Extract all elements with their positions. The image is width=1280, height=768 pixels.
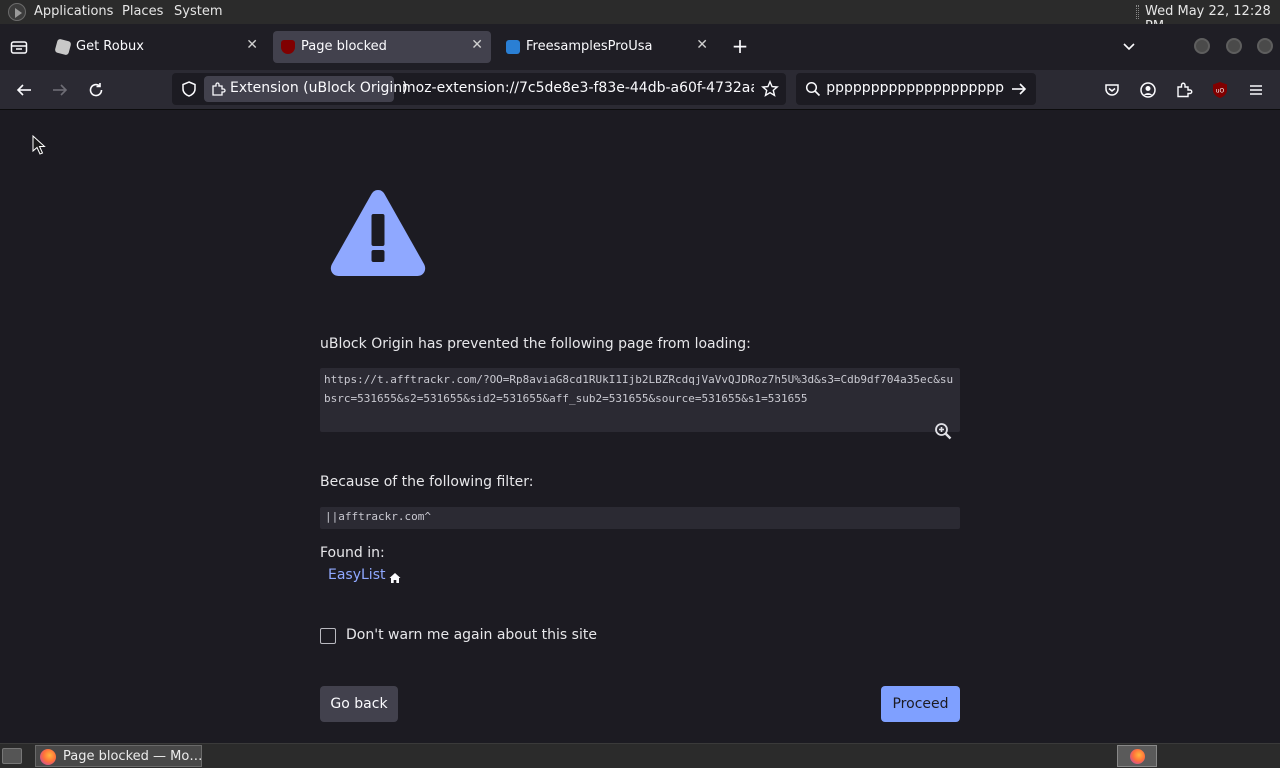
filter-text: ||afftrackr.com^ [325,510,431,523]
search-bar[interactable]: greppppppppppppppppppppppppppp [796,73,1036,105]
close-tab-icon[interactable]: ✕ [246,37,258,53]
ublock-icon [281,40,295,54]
dont-warn-label[interactable]: Don't warn me again about this site [346,627,597,643]
pocket-icon[interactable] [1100,78,1124,102]
maximize-window-icon[interactable] [1226,38,1242,54]
tab-freesamplesprousa[interactable]: FreesamplesProUsa ✕ [498,31,716,63]
identity-label: Extension (uBlock Origin) [230,80,408,96]
home-icon[interactable] [389,569,401,583]
extension-identity-chip[interactable]: Extension (uBlock Origin) [204,76,408,102]
firefox-view-icon[interactable] [10,39,28,55]
tracking-protection-shield-icon[interactable] [180,80,198,98]
workspace-switcher[interactable] [1117,745,1157,767]
taskbar: Page blocked — Mo… [0,743,1280,768]
filter-list-link[interactable]: EasyList [328,567,385,583]
proceed-button[interactable]: Proceed [881,686,960,722]
close-tab-icon[interactable]: ✕ [471,37,483,53]
list-all-tabs-icon[interactable] [1120,38,1138,56]
back-icon[interactable] [12,78,36,102]
roblox-icon [54,38,72,56]
close-window-icon[interactable] [1257,38,1273,54]
hamburger-menu-icon[interactable] [1244,78,1268,102]
distro-logo-icon[interactable] [8,3,26,21]
taskbar-window-button[interactable]: Page blocked — Mo… [35,745,202,767]
blocked-url-text: https://t.afftrackr.com/?OO=Rp8aviaG8cd1… [324,373,954,405]
tab-label: Page blocked [301,39,387,54]
forward-icon[interactable] [48,78,72,102]
warning-triangle-icon [330,190,426,276]
url-text[interactable]: moz-extension://7c5de8e3-f83e-44db-a60f-… [402,80,754,96]
system-menu[interactable]: System [174,4,222,19]
panel-grip [1136,5,1139,19]
search-input[interactable]: greppppppppppppppppppppppppppp [826,80,1004,96]
search-go-arrow-icon[interactable] [1010,81,1028,97]
account-icon[interactable] [1136,78,1160,102]
reload-icon[interactable] [84,78,108,102]
site-favicon [506,40,520,54]
places-menu[interactable]: Places [122,4,163,19]
svg-text:uO: uO [1216,88,1225,95]
bookmark-star-icon[interactable] [761,80,779,98]
tab-label: FreesamplesProUsa [526,39,653,54]
tab-page-blocked[interactable]: Page blocked ✕ [273,31,491,63]
filter-box: ||afftrackr.com^ [320,507,960,529]
extensions-icon[interactable] [1172,78,1196,102]
firefox-icon [40,749,56,765]
tab-get-robux[interactable]: Get Robux ✕ [48,31,266,63]
zoom-in-icon[interactable] [934,422,952,440]
applications-menu[interactable]: Applications [34,4,113,19]
page-content: uBlock Origin has prevented the followin… [0,110,1280,743]
tab-label: Get Robux [76,39,144,54]
system-panel: Applications Places System Wed May 22, 1… [0,0,1280,34]
url-bar[interactable]: Extension (uBlock Origin) moz-extension:… [172,73,786,105]
found-in-label: Found in: [320,545,385,561]
show-desktop-icon[interactable] [2,748,22,764]
prevented-message: uBlock Origin has prevented the followin… [320,336,751,352]
ublock-origin-icon[interactable]: uO [1212,81,1228,99]
firefox-icon [1130,749,1145,764]
filter-label: Because of the following filter: [320,474,534,490]
go-back-button[interactable]: Go back [320,686,398,722]
navigation-bar: Extension (uBlock Origin) moz-extension:… [0,70,1280,110]
minimize-window-icon[interactable] [1194,38,1210,54]
close-tab-icon[interactable]: ✕ [696,37,708,53]
tab-bar: Get Robux ✕ Page blocked ✕ FreesamplesPr… [0,24,1280,70]
puzzle-piece-icon [210,81,226,97]
taskbar-window-label: Page blocked — Mo… [63,749,203,764]
blocked-url-box: https://t.afftrackr.com/?OO=Rp8aviaG8cd1… [320,368,960,440]
search-icon [805,81,821,97]
dont-warn-checkbox[interactable] [320,628,336,644]
new-tab-icon[interactable]: + [730,36,750,56]
mouse-cursor-icon [32,135,46,155]
